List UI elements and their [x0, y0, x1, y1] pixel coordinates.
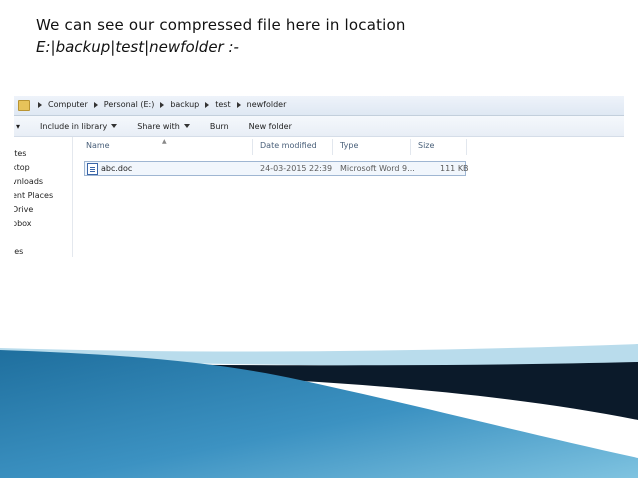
share-with-label: Share with: [137, 121, 180, 131]
column-header-date-modified[interactable]: Date modified: [260, 141, 317, 150]
file-name: abc.doc: [101, 164, 133, 173]
column-divider[interactable]: [410, 139, 411, 155]
slide-path: E:|backup|test|newfolder :-: [36, 38, 239, 56]
nav-item-drive[interactable]: Drive: [14, 205, 33, 214]
nav-item-libraries[interactable]: ies: [14, 247, 23, 256]
chevron-down-icon: [183, 124, 190, 128]
chevron-right-icon[interactable]: [236, 101, 241, 108]
chevron-right-icon[interactable]: [38, 101, 42, 108]
burn-button[interactable]: Burn: [210, 122, 229, 131]
chevron-right-icon[interactable]: [160, 101, 165, 108]
column-header-type[interactable]: Type: [340, 141, 358, 150]
breadcrumb-backup[interactable]: backup: [170, 100, 199, 109]
include-in-library-button[interactable]: Include in library: [40, 121, 118, 131]
file-type: Microsoft Word 9...: [340, 164, 415, 173]
share-with-button[interactable]: Share with: [137, 122, 190, 131]
nav-item-recent-places[interactable]: ent Places: [14, 191, 53, 200]
nav-item-favorites[interactable]: ites: [14, 149, 26, 158]
file-size: 111 KB: [440, 164, 469, 173]
nav-item-dropbox[interactable]: pbox: [14, 219, 32, 228]
file-date-modified: 24-03-2015 22:39: [260, 164, 333, 173]
column-divider[interactable]: [332, 139, 333, 155]
address-bar[interactable]: Computer Personal (E:) backup test newfo…: [14, 96, 624, 116]
new-folder-button[interactable]: New folder: [249, 122, 292, 131]
word-doc-icon: [87, 163, 98, 175]
navigation-pane: ites ktop vnloads ent Places Drive pbox …: [14, 137, 73, 257]
slide-caption: We can see our compressed file here in l…: [36, 16, 406, 34]
nav-item-desktop[interactable]: ktop: [14, 163, 30, 172]
nav-item-downloads[interactable]: vnloads: [14, 177, 43, 186]
include-in-library-label: Include in library: [40, 121, 108, 131]
column-header-size[interactable]: Size: [418, 141, 434, 150]
organize-dropdown[interactable]: ▾: [16, 122, 20, 131]
file-row[interactable]: abc.doc 24-03-2015 22:39 Microsoft Word …: [84, 161, 469, 176]
chevron-down-icon: [111, 124, 118, 128]
command-bar: ▾ Include in library Share with Burn New…: [14, 116, 624, 137]
folder-icon: [18, 100, 30, 111]
column-divider[interactable]: [252, 139, 253, 155]
column-divider[interactable]: [466, 139, 467, 155]
chevron-right-icon[interactable]: [93, 101, 98, 108]
decorative-swoosh: [0, 344, 638, 478]
file-list: ▲ Name Date modified Type Size abc.doc 2…: [74, 137, 624, 257]
chevron-right-icon[interactable]: [205, 101, 210, 108]
breadcrumb-personal[interactable]: Personal (E:): [104, 100, 155, 109]
breadcrumb-test[interactable]: test: [215, 100, 230, 109]
breadcrumb-computer[interactable]: Computer: [48, 100, 88, 109]
breadcrumb: Computer Personal (E:) backup test newfo…: [32, 100, 286, 109]
sort-up-icon: ▲: [162, 138, 167, 145]
explorer-window: Computer Personal (E:) backup test newfo…: [14, 96, 624, 257]
breadcrumb-newfolder[interactable]: newfolder: [247, 100, 287, 109]
column-header-name[interactable]: Name: [86, 141, 110, 150]
